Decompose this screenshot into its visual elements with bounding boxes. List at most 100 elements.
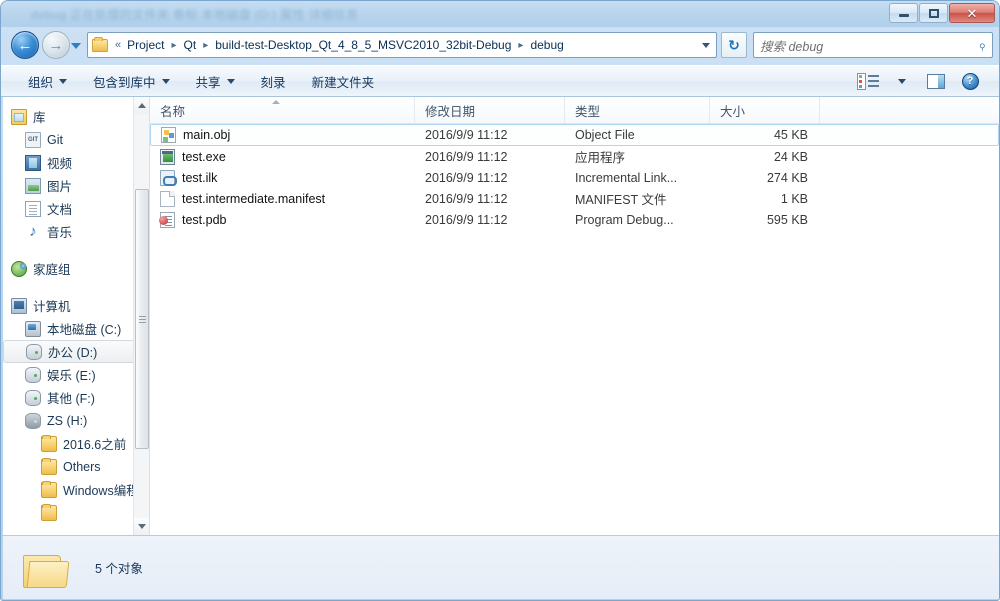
sidebar-group-computer[interactable]: 计算机 [3,294,149,317]
refresh-icon: ↻ [728,36,740,53]
command-toolbar: 组织 包含到库中 共享 刻录 新建文件夹 ? [1,65,999,97]
application-icon [160,148,175,165]
sidebar-item-folder-2016[interactable]: 2016.6之前 [3,432,149,455]
search-input[interactable]: 搜索 debug [760,36,978,55]
column-header-type[interactable]: 类型 [565,97,710,123]
sidebar-item-pictures[interactable]: 图片 [3,174,149,197]
table-row[interactable]: main.obj 2016/9/9 11:12 Object File 45 K… [150,124,999,146]
file-list-pane: 名称 修改日期 类型 大小 main.obj 2016/9/9 11:12 Ob… [150,97,999,535]
sidebar-item-git-label: Git [47,132,63,147]
minimize-button[interactable] [889,3,918,23]
drive-icon [26,343,42,360]
sidebar-item-drive-h[interactable]: ZS (H:) [3,409,149,432]
file-size-cell: 595 KB [766,212,808,227]
recent-pages-chevron-down-icon[interactable] [71,43,81,49]
navigation-scrollbar[interactable] [133,97,149,535]
sidebar-group-libraries[interactable]: 库 [3,105,149,128]
chevron-down-icon [161,78,170,84]
include-in-library-button[interactable]: 包含到库中 [82,67,181,96]
library-icon [11,108,27,125]
scrollbar-grip-icon [138,315,146,323]
file-date-cell: 2016/9/9 11:12 [425,149,508,164]
burn-button[interactable]: 刻录 [250,67,297,96]
folder-icon [41,434,57,452]
back-button[interactable]: ← [11,31,39,59]
breadcrumb-item-build-dir[interactable]: build-test-Desktop_Qt_4_8_5_MSVC2010_32b… [212,36,514,54]
sidebar-item-music[interactable]: ♪ 音乐 [3,220,149,243]
column-header-date[interactable]: 修改日期 [415,97,565,123]
program-database-icon [159,211,175,228]
file-name-label: test.pdb [182,212,227,227]
file-date-cell: 2016/9/9 11:12 [425,212,508,227]
preview-pane-button[interactable] [919,69,953,93]
sidebar-group-libraries-label: 库 [33,111,46,125]
sidebar-item-documents[interactable]: 文档 [3,197,149,220]
folder-icon [41,457,57,475]
new-folder-button[interactable]: 新建文件夹 [301,67,386,96]
sidebar-item-folder-winprog[interactable]: Windows编程 [3,478,149,501]
table-row[interactable]: test.ilk 2016/9/9 11:12 Incremental Link… [150,167,999,188]
navigation-pane: 库 GIT Git 视频 图片 文档 ♪ 音乐 家庭组 计算机 本地磁盘 (C:… [3,97,149,535]
video-icon [25,154,41,171]
sidebar-item-drive-c[interactable]: 本地磁盘 (C:) [3,317,149,340]
table-row[interactable]: test.exe 2016/9/9 11:12 应用程序 24 KB [150,146,999,167]
music-icon: ♪ [29,222,37,240]
table-row[interactable]: test.intermediate.manifest 2016/9/9 11:1… [150,188,999,209]
column-header-name[interactable]: 名称 [150,97,415,123]
refresh-button[interactable]: ↻ [721,32,747,58]
view-dropdown-button[interactable] [885,69,919,93]
sidebar-item-folder-winprog-label: Windows编程 [63,484,139,498]
table-row[interactable]: test.pdb 2016/9/9 11:12 Program Debug...… [150,209,999,230]
content-area: 库 GIT Git 视频 图片 文档 ♪ 音乐 家庭组 计算机 本地磁盘 (C:… [3,97,999,535]
explorer-window: debug 正在处理的文件夹 卷标 本地磁盘 (D:) 属性 详细信息 ✕ ← … [0,0,1000,601]
breadcrumb-item-qt[interactable]: Qt [181,36,200,54]
address-bar-row: ← → « Project ▸ Qt ▸ build-test-Desktop_… [1,27,999,65]
new-folder-label: 新建文件夹 [311,75,375,90]
breadcrumb-separator-icon[interactable]: ▸ [514,40,527,51]
breadcrumb-item-debug[interactable]: debug [527,36,566,54]
sidebar-item-git[interactable]: GIT Git [3,128,149,151]
help-icon: ? [961,72,979,90]
forward-button[interactable]: → [42,31,70,59]
documents-icon [25,200,41,217]
breadcrumb-separator-icon[interactable]: ▸ [167,40,180,51]
include-in-library-label: 包含到库中 [93,75,156,90]
share-with-button[interactable]: 共享 [185,67,246,96]
breadcrumb-item-project[interactable]: Project [124,36,167,54]
chevron-down-icon [226,78,235,84]
scrollbar-thumb[interactable] [135,189,149,449]
scroll-up-button[interactable] [134,97,149,114]
sidebar-item-drive-e[interactable]: 娱乐 (E:) [3,363,149,386]
help-button[interactable]: ? [953,69,987,93]
sidebar-item-drive-h-label: ZS (H:) [47,413,88,428]
sidebar-item-drive-f[interactable]: 其他 (F:) [3,386,149,409]
file-name-cell: test.ilk [150,169,415,186]
file-name-cell: test.intermediate.manifest [150,190,415,207]
maximize-button[interactable] [919,3,948,23]
sidebar-item-folder-2016-label: 2016.6之前 [63,438,127,452]
column-header-size[interactable]: 大小 [710,97,820,123]
close-button[interactable]: ✕ [949,3,995,23]
sidebar-item-drive-d[interactable]: 办公 (D:) [3,340,143,363]
breadcrumb-overflow-icon[interactable]: « [112,39,124,51]
sidebar-item-folder-partial[interactable] [3,501,149,524]
title-bar[interactable]: debug 正在处理的文件夹 卷标 本地磁盘 (D:) 属性 详细信息 ✕ [1,1,999,27]
file-date-cell: 2016/9/9 11:12 [425,170,508,185]
computer-icon [11,297,27,314]
sort-ascending-icon [272,100,280,104]
address-bar[interactable]: « Project ▸ Qt ▸ build-test-Desktop_Qt_4… [87,32,717,58]
file-date-cell: 2016/9/9 11:12 [425,128,508,142]
organize-button[interactable]: 组织 [17,67,78,96]
folder-icon [41,503,57,521]
address-dropdown-chevron-down-icon[interactable] [698,34,714,56]
window-controls: ✕ [888,3,995,23]
search-box[interactable]: 搜索 debug ⌕ [753,32,993,58]
blank-document-icon [160,190,175,207]
sidebar-item-folder-others[interactable]: Others [3,455,149,478]
scroll-down-button[interactable] [134,518,149,535]
breadcrumb-separator-icon[interactable]: ▸ [199,40,212,51]
sidebar-group-homegroup[interactable]: 家庭组 [3,257,149,280]
change-view-button[interactable] [851,69,885,93]
sidebar-item-drive-e-label: 娱乐 (E:) [47,369,96,383]
sidebar-item-videos[interactable]: 视频 [3,151,149,174]
